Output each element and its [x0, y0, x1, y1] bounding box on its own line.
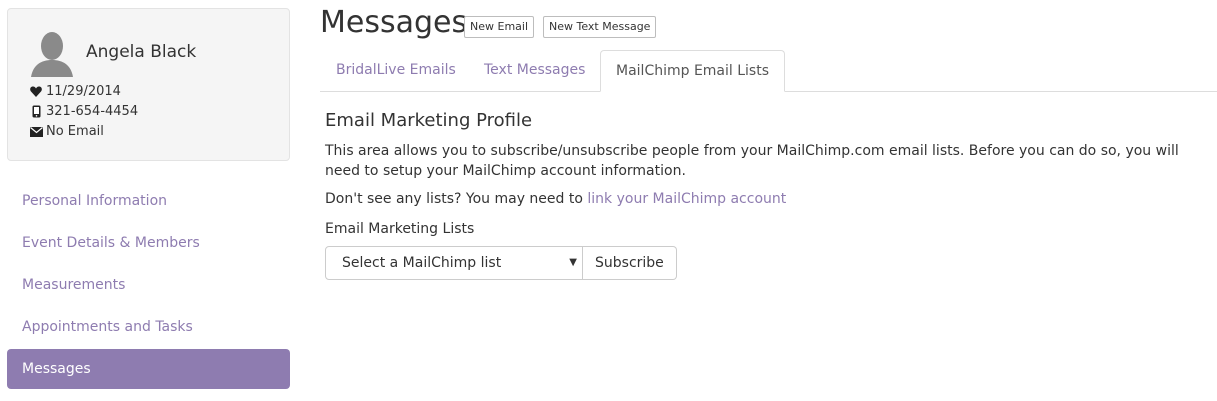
subscribe-button[interactable]: Subscribe — [583, 246, 677, 280]
profile-card: Angela Black 11/29/2014 321-654-4454 No … — [7, 8, 290, 161]
envelope-icon — [29, 125, 43, 139]
person-silhouette-icon — [29, 29, 75, 77]
message-tabs: BridalLive Emails Text Messages MailChim… — [320, 50, 1217, 92]
email-address: No Email — [46, 124, 104, 139]
email-marketing-lists-label: Email Marketing Lists — [325, 221, 475, 237]
nav-item-measurements[interactable]: Measurements — [7, 265, 290, 305]
mailchimp-list-select[interactable]: Select a MailChimp list ▼ — [325, 246, 583, 280]
side-nav: Personal Information Event Details & Mem… — [7, 181, 290, 391]
page-title: Messages — [320, 5, 468, 40]
tab-bridallive-emails[interactable]: BridalLive Emails — [321, 50, 471, 92]
lists-hint-text: Don't see any lists? You may need to — [325, 191, 588, 207]
tab-mailchimp-email-lists[interactable]: MailChimp Email Lists — [600, 50, 786, 92]
tab-text-messages[interactable]: Text Messages — [469, 50, 600, 92]
nav-item-appointments[interactable]: Appointments and Tasks — [7, 307, 290, 347]
mobile-phone-icon — [29, 105, 43, 119]
event-date: 11/29/2014 — [46, 84, 121, 99]
event-date-line: 11/29/2014 — [29, 84, 121, 99]
description-text: This area allows you to subscribe/unsubs… — [325, 143, 1179, 179]
mailchimp-list-select-value: Select a MailChimp list — [342, 255, 502, 271]
heart-icon — [29, 85, 43, 99]
subscribe-group: Select a MailChimp list ▼ Subscribe — [325, 246, 677, 280]
new-text-message-button[interactable]: New Text Message — [543, 16, 657, 38]
nav-item-event-details[interactable]: Event Details & Members — [7, 223, 290, 263]
phone-line: 321-654-4454 — [29, 104, 138, 119]
email-line: No Email — [29, 124, 104, 139]
profile-name: Angela Black — [86, 42, 197, 62]
link-mailchimp-account-link[interactable]: link your MailChimp account — [587, 191, 786, 207]
phone-number: 321-654-4454 — [46, 104, 139, 119]
nav-item-messages[interactable]: Messages — [7, 349, 290, 389]
section-title: Email Marketing Profile — [325, 110, 533, 131]
lists-hint: Don't see any lists? You may need to lin… — [325, 191, 786, 207]
caret-down-icon: ▼ — [569, 257, 577, 268]
nav-item-personal-information[interactable]: Personal Information — [7, 181, 290, 221]
new-email-button[interactable]: New Email — [464, 16, 535, 38]
